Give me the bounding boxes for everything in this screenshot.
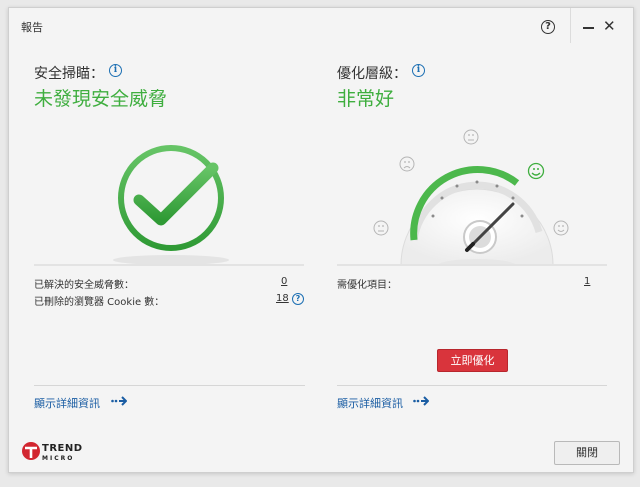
optimization-status: 非常好 <box>337 88 395 110</box>
arrow-right-icon[interactable] <box>111 395 127 407</box>
window-title: 報告 <box>21 21 43 34</box>
security-scan-label: 安全掃瞄： <box>34 66 104 82</box>
title-bar: 報告 ? ✕ <box>9 8 633 43</box>
logo-text-micro: MICRO <box>42 455 75 462</box>
gauge-icon <box>373 129 569 266</box>
optimize-now-button[interactable]: 立即優化 <box>437 349 508 372</box>
trendmicro-logo <box>22 442 40 460</box>
cookie-help-icon[interactable]: ? <box>292 293 304 305</box>
optimization-level-label: 優化層級： <box>337 66 407 82</box>
arrow-right-icon[interactable] <box>413 395 429 407</box>
minimize-icon[interactable] <box>583 27 594 29</box>
security-info-icon[interactable]: i <box>109 64 122 77</box>
close-icon[interactable]: ✕ <box>603 18 616 34</box>
resolved-threats-value[interactable]: 0 <box>281 276 287 287</box>
help-icon[interactable]: ? <box>541 20 555 34</box>
right-details-link[interactable]: 顯示詳細資訊 <box>337 395 403 411</box>
resolved-threats-label: 已解決的安全威脅數： <box>34 280 134 291</box>
checkmark-icon <box>113 145 229 265</box>
items-to-optimize-value[interactable]: 1 <box>584 276 590 287</box>
left-divider <box>34 385 305 386</box>
security-status: 未發現安全威脅 <box>34 88 168 110</box>
left-details-link[interactable]: 顯示詳細資訊 <box>34 395 100 411</box>
title-separator <box>570 8 571 43</box>
right-separator <box>337 264 607 266</box>
right-divider <box>337 385 607 386</box>
deleted-cookies-value[interactable]: 18 <box>276 293 289 304</box>
optimization-info-icon[interactable]: i <box>412 64 425 77</box>
items-to-optimize-label: 需優化項目： <box>337 280 397 291</box>
left-separator <box>34 264 304 266</box>
deleted-cookies-label: 已刪除的瀏覽器 Cookie 數： <box>34 297 165 308</box>
logo-text-trend: TREND <box>42 443 83 454</box>
close-button[interactable]: 關閉 <box>554 441 620 465</box>
report-window: 報告 ? ✕ 安全掃瞄： i 未發現安全威脅 已解決的安全威脅數： 0 已刪除的… <box>8 7 634 473</box>
